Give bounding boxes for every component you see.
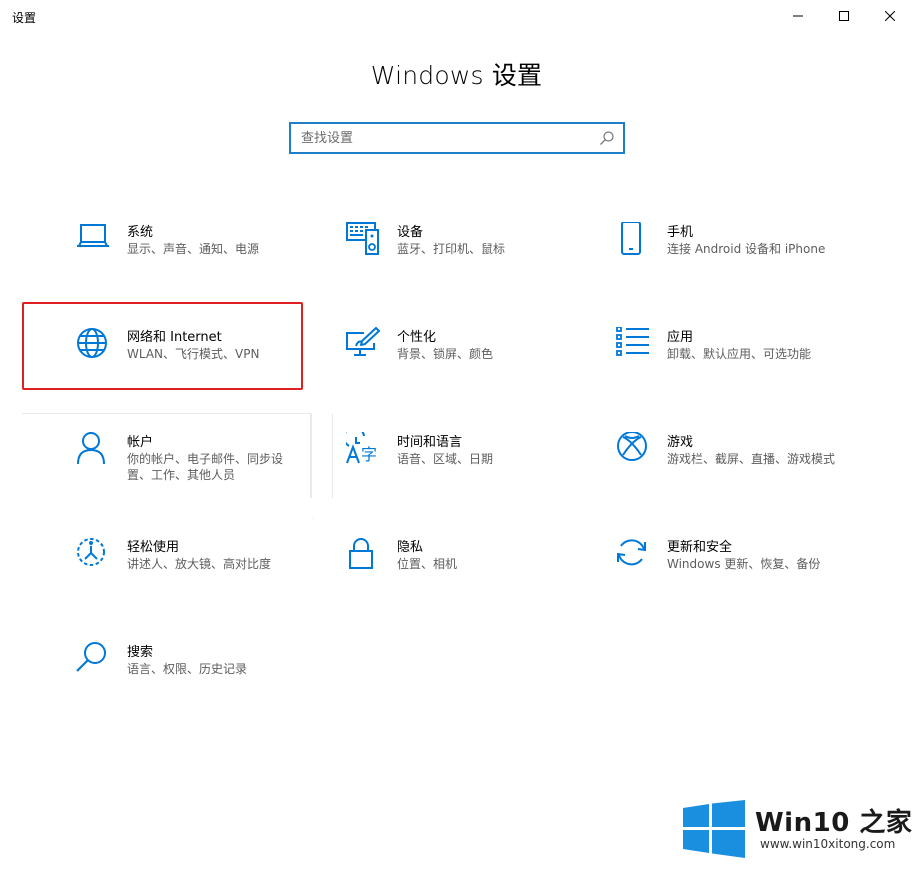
tile-search[interactable]: 搜索 语言、权限、历史记录 [76,642,356,726]
tile-desc: 语音、区域、日期 [397,452,494,466]
globe-icon [77,328,107,358]
watermark: Win10 之家 www.win10xitong.com [680,798,913,860]
page-title: Windows 设置 [370,61,543,90]
tile-desc: 语言、权限、历史记录 [127,662,248,676]
watermark-brand: Win10 之家 [755,808,913,838]
tile-phone[interactable]: 手机 连接 Android 设备和 iPhone [616,222,896,306]
tile-title: 网络和 Internet [127,330,222,345]
time-language-icon: 字 [346,432,377,464]
tile-desc: 游戏栏、截屏、直播、游戏模式 [667,452,836,466]
tile-desc: Windows 更新、恢复、备份 [667,557,821,571]
tile-time-language[interactable]: 字 时间和语言 语音、区域、日期 [346,432,626,516]
tile-network-internet[interactable]: 网络和 Internet WLAN、飞行模式、VPN [76,327,356,411]
close-button[interactable] [867,0,913,32]
tile-title: 轻松使用 [127,540,180,555]
tile-desc: 位置、相机 [397,557,458,571]
tile-desc: 卸载、默认应用、可选功能 [667,347,812,361]
personalization-icon [346,327,380,356]
tile-title: 时间和语言 [397,435,463,450]
tile-apps[interactable]: 应用 卸载、默认应用、可选功能 [616,327,896,411]
svg-text:字: 字 [361,445,377,464]
tile-update-security[interactable]: 更新和安全 Windows 更新、恢复、备份 [616,537,896,621]
tile-system[interactable]: 系统 显示、声音、通知、电源 [76,222,356,306]
tile-title: 搜索 [127,645,154,660]
search-box[interactable] [289,122,625,154]
tile-desc: 讲述人、放大镜、高对比度 [127,557,272,571]
tile-title: 更新和安全 [667,540,733,555]
tile-desc: 背景、锁屏、颜色 [397,347,494,361]
person-icon [77,432,105,465]
tile-title: 系统 [127,225,154,240]
tile-title: 隐私 [397,540,424,555]
tile-title: 游戏 [667,435,694,450]
apps-list-icon [616,327,649,356]
tile-hover-edge-bottom [312,518,313,519]
tile-gaming[interactable]: 游戏 游戏栏、截屏、直播、游戏模式 [616,432,896,516]
windows-logo-icon [683,800,745,858]
maximize-icon [839,11,849,21]
laptop-icon [77,224,109,247]
window-title: 设置 [12,11,37,25]
devices-icon [346,222,379,255]
tile-desc: WLAN、飞行模式、VPN [127,347,260,361]
tile-privacy[interactable]: 隐私 位置、相机 [346,537,626,621]
search-magnifier-icon [76,642,106,672]
tile-title: 设备 [397,225,424,240]
tile-devices[interactable]: 设备 蓝牙、打印机、鼠标 [346,222,626,306]
tile-title: 个性化 [397,330,437,345]
tile-desc: 蓝牙、打印机、鼠标 [397,242,506,256]
phone-icon [621,222,641,255]
tile-desc: 你的帐户、电子邮件、同步设置、工作、其他人员 [127,452,284,482]
watermark-url: www.win10xitong.com [760,837,896,851]
xbox-icon [617,432,647,461]
tile-hover-edge-top [22,413,311,414]
tile-title: 帐户 [127,435,154,450]
tile-accounts[interactable]: 帐户 你的帐户、电子邮件、同步设置、工作、其他人员 [76,432,356,516]
search-input[interactable] [291,124,591,152]
close-icon [885,11,895,21]
minimize-button[interactable] [775,0,821,32]
minimize-icon [793,15,803,17]
title-bar: 设置 [0,0,913,32]
tile-desc: 显示、声音、通知、电源 [127,242,260,256]
search-icon[interactable] [599,130,615,146]
tile-personalization[interactable]: 个性化 背景、锁屏、颜色 [346,327,626,411]
maximize-button[interactable] [821,0,867,32]
sync-icon [617,539,646,566]
lock-icon [349,538,373,569]
tile-title: 应用 [667,330,694,345]
tile-ease-of-access[interactable]: 轻松使用 讲述人、放大镜、高对比度 [76,537,356,621]
tile-title: 手机 [667,225,694,240]
ease-of-access-icon [77,538,105,566]
tile-desc: 连接 Android 设备和 iPhone [667,242,826,256]
